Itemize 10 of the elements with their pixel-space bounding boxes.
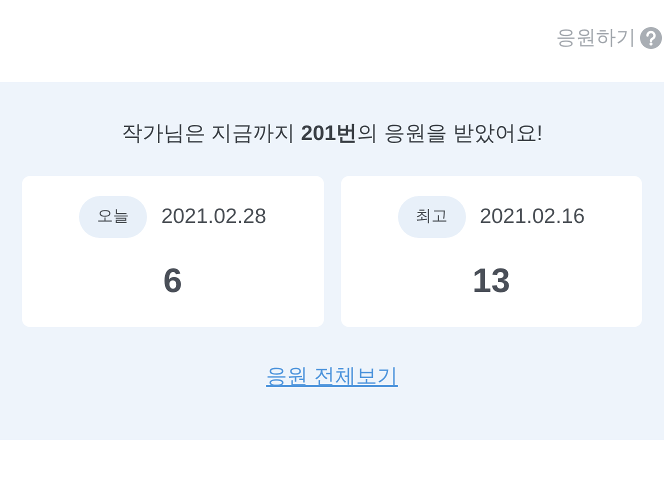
stat-date: 2021.02.16 <box>480 204 585 230</box>
support-link[interactable]: 응원하기 <box>556 23 636 53</box>
date-badge: 최고 <box>398 196 466 238</box>
stat-count: 6 <box>163 260 182 302</box>
support-summary: 작가님은 지금까지 201번의 응원을 받았어요! <box>121 121 543 147</box>
stat-date: 2021.02.28 <box>161 204 266 230</box>
stat-count: 13 <box>472 260 510 302</box>
view-all-link[interactable]: 응원 전체보기 <box>266 360 398 392</box>
help-icon[interactable] <box>640 27 662 49</box>
date-badge: 오늘 <box>79 196 148 238</box>
